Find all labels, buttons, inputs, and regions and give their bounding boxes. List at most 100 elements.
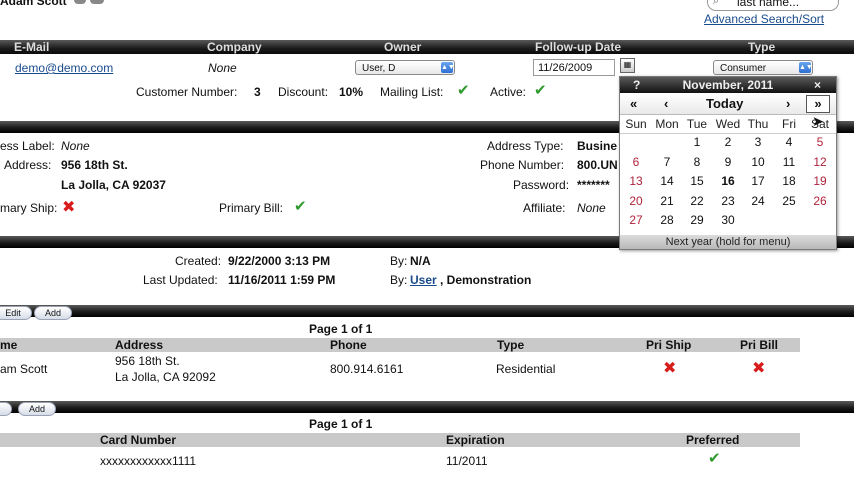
address-label: Address: [4, 158, 52, 172]
calendar-day[interactable]: 24 [743, 194, 773, 208]
calendar-day[interactable]: 18 [774, 174, 804, 188]
calendar-nav: « ‹ Today › » [620, 94, 836, 115]
col-pri-bill: Pri Bill [740, 338, 779, 352]
discount-label: Discount: [278, 85, 329, 99]
cards-page-indicator: Page 1 of 1 [309, 417, 373, 431]
col-expiration: Expiration [446, 433, 505, 447]
weekday-tue: Tue [686, 117, 708, 131]
updated-by-name: , Demonstration [440, 273, 532, 287]
updated-label: Last Updated: [143, 273, 218, 287]
calendar-day[interactable]: 15 [682, 174, 712, 188]
calendar-day[interactable]: 13 [621, 174, 651, 188]
weekday-mon: Mon [655, 117, 679, 131]
calendar-day[interactable]: 9 [713, 155, 743, 169]
weekday-fri: Fri [782, 117, 796, 131]
advanced-search-link[interactable]: Advanced Search/Sort [704, 12, 824, 26]
col-address: Address [115, 338, 164, 352]
company-value: None [208, 61, 237, 75]
calendar-day[interactable]: 4 [774, 135, 804, 149]
prev-month-button[interactable]: ‹ [664, 96, 668, 112]
check-icon: ✔ [294, 198, 307, 215]
updated-by-link[interactable]: User [410, 273, 437, 287]
calendar-day[interactable]: 8 [682, 155, 712, 169]
address-type-label: Address Type: [487, 139, 564, 153]
edit-card-button[interactable] [0, 402, 12, 416]
calendar-footer[interactable]: Next year (hold for menu) [620, 235, 836, 249]
email-link[interactable]: demo@demo.com [15, 61, 113, 75]
calendar-day[interactable]: 2 [713, 135, 743, 149]
calendar-day[interactable]: 21 [652, 194, 682, 208]
col-pri-ship: Pri Ship [646, 338, 692, 352]
calendar-day[interactable]: 20 [621, 194, 651, 208]
check-icon: ✔ [457, 82, 470, 99]
col-type: Type [748, 40, 776, 54]
calendar-title: November, 2011 [682, 78, 774, 92]
calendar-day[interactable]: 3 [743, 135, 773, 149]
password-label: Password: [513, 178, 570, 192]
active-label: Active: [490, 85, 527, 99]
calendar-title-bar: ? November, 2011 × [620, 77, 836, 93]
calendar-day[interactable]: 29 [682, 213, 712, 227]
calendar-day[interactable]: 23 [713, 194, 743, 208]
calendar-day[interactable]: 28 [652, 213, 682, 227]
calendar-day[interactable]: 11 [774, 155, 804, 169]
customer-name: Adam Scott [0, 0, 67, 8]
calendar-day[interactable]: 16 [713, 174, 743, 188]
owner-select[interactable]: User, D ▲▼ [355, 60, 455, 75]
calendar-day[interactable]: 10 [743, 155, 773, 169]
select-arrow-icon: ▲▼ [799, 62, 813, 73]
section-divider [0, 305, 854, 317]
affiliate-label: Affiliate: [523, 201, 566, 215]
weekday-row: Sun Mon Tue Wed Thu Fri Sat [620, 115, 836, 134]
affiliate-value: None [577, 201, 606, 215]
table-row[interactable]: am Scott 956 18th St. La Jolla, CA 92092… [0, 352, 800, 388]
add-card-button[interactable]: Add [18, 402, 56, 416]
customer-number-value: 3 [254, 85, 261, 99]
calendar-day[interactable]: 12 [805, 155, 835, 169]
search-placeholder: last name... [737, 0, 800, 9]
calendar-day[interactable]: 27 [621, 213, 651, 227]
type-select[interactable]: Consumer ▲▼ [713, 60, 813, 75]
phone-label: Phone Number: [480, 158, 565, 172]
calendar-day[interactable]: 5 [805, 135, 835, 149]
calendar-day[interactable]: 1 [682, 135, 712, 149]
calendar-day[interactable]: 19 [805, 174, 835, 188]
edit-address-button[interactable]: Edit [0, 306, 32, 320]
calendar-day[interactable]: 17 [743, 174, 773, 188]
calendar-day[interactable]: 30 [713, 213, 743, 227]
col-card-number: Card Number [100, 433, 177, 447]
discount-value: 10% [339, 85, 364, 99]
address-type-value: Busine [577, 139, 618, 153]
calendar-day[interactable]: 26 [805, 194, 835, 208]
search-input[interactable]: ⌕ last name... [707, 0, 839, 11]
mailing-list-label: Mailing List: [380, 85, 444, 99]
calendar-icon[interactable]: ▦ [620, 58, 635, 73]
table-row[interactable]: xxxxxxxxxxxx1111 11/2011 ✔ [0, 448, 800, 474]
options-icon[interactable] [90, 0, 104, 4]
edit-name-icon[interactable] [74, 0, 86, 4]
password-value: ******* [577, 178, 610, 192]
close-icon[interactable]: × [814, 77, 821, 93]
primary-ship-label: mary Ship: [0, 201, 58, 215]
followup-date-input[interactable]: 11/26/2009 [533, 59, 615, 76]
calendar-day[interactable]: 25 [774, 194, 804, 208]
calendar-day[interactable]: 22 [682, 194, 712, 208]
created-by-label: By: [390, 254, 408, 268]
row-address-line1: 956 18th St. [115, 354, 180, 368]
prev-year-button[interactable]: « [630, 96, 637, 112]
next-year-button[interactable]: » [806, 95, 830, 113]
address-label-value: None [61, 139, 90, 153]
today-button[interactable]: Today [706, 96, 743, 112]
next-month-button[interactable]: › [786, 96, 790, 112]
add-address-button[interactable]: Add [34, 306, 72, 320]
calendar-day[interactable]: 7 [652, 155, 682, 169]
calendar-day[interactable]: 14 [652, 174, 682, 188]
type-select-value: Consumer [720, 63, 767, 74]
cards-grid-header: Card Number Expiration Preferred [0, 433, 800, 447]
col-company: Company [207, 40, 262, 54]
check-icon: ✔ [708, 450, 721, 467]
addresses-grid-header: me Address Phone Type Pri Ship Pri Bill [0, 338, 800, 352]
calendar-day[interactable]: 6 [621, 155, 651, 169]
select-arrow-icon: ▲▼ [441, 62, 455, 73]
cross-icon: ✖ [663, 360, 677, 377]
